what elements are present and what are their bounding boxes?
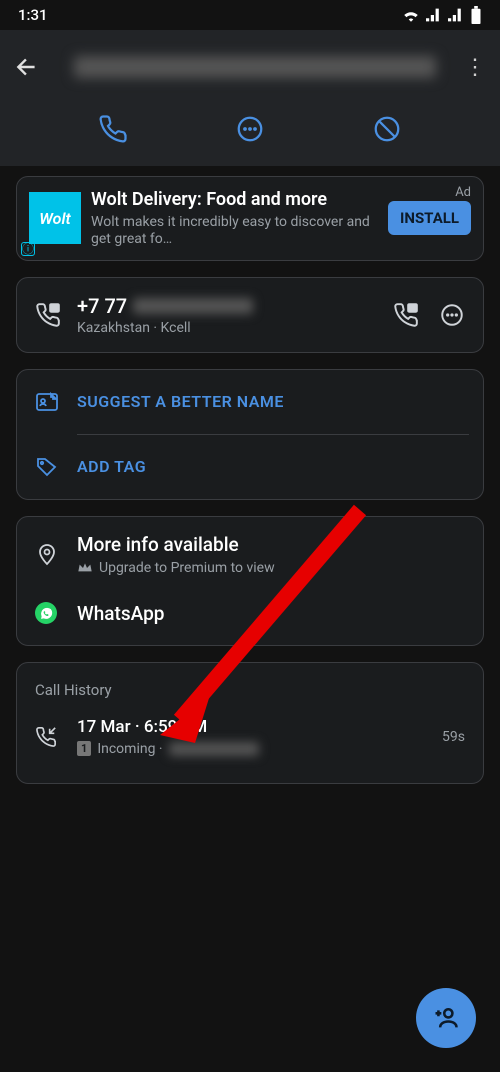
- call-duration: 59s: [442, 729, 465, 745]
- phone-sim-icon: 1: [35, 302, 61, 328]
- location-icon: [35, 542, 59, 566]
- call-history-card: Call History 17 Mar · 6:59 PM 1 Incoming…: [16, 662, 484, 784]
- tag-icon: [35, 455, 59, 479]
- phone-carrier: Kazakhstan · Kcell: [77, 320, 393, 336]
- phone-card: 1 +7 77 Kazakhstan · Kcell 2: [16, 277, 484, 353]
- info-card: More info available Upgrade to Premium t…: [16, 516, 484, 646]
- call-type: Incoming ·: [97, 741, 162, 757]
- message-button[interactable]: [235, 114, 265, 144]
- call-timestamp: 17 Mar · 6:59 PM: [77, 717, 442, 737]
- battery-icon: [470, 6, 482, 24]
- sim-badge: 1: [77, 741, 91, 756]
- phone-sim2-icon: 2: [393, 302, 419, 328]
- ad-logo: Wolt: [29, 192, 81, 244]
- back-button[interactable]: [14, 54, 54, 80]
- more-info-sub: Upgrade to Premium to view: [99, 560, 275, 576]
- ad-badge: Ad: [455, 185, 471, 200]
- signal-icon: [426, 8, 442, 22]
- overflow-menu-button[interactable]: ⋮: [456, 55, 486, 80]
- ad-title: Wolt Delivery: Food and more: [91, 189, 378, 210]
- ad-info-icon[interactable]: ⓘ: [21, 242, 35, 256]
- svg-text:1: 1: [53, 304, 57, 312]
- more-info-row[interactable]: More info available Upgrade to Premium t…: [17, 517, 483, 592]
- phone-icon: [98, 114, 128, 144]
- more-info-title: More info available: [77, 533, 465, 556]
- arrow-left-icon: [14, 54, 40, 80]
- add-tag-label: ADD TAG: [77, 457, 146, 476]
- contact-name-redacted: [74, 56, 436, 78]
- whatsapp-icon: [35, 602, 57, 624]
- incoming-call-icon: [35, 726, 57, 748]
- status-bar: 1:31: [0, 0, 500, 30]
- status-icons: [402, 6, 482, 24]
- ad-card[interactable]: Wolt Wolt Delivery: Food and more Wolt m…: [16, 176, 484, 261]
- block-button[interactable]: [372, 114, 402, 144]
- ad-description: Wolt makes it incredibly easy to discove…: [91, 214, 378, 248]
- call-history-item[interactable]: 17 Mar · 6:59 PM 1 Incoming · 59s: [17, 703, 483, 771]
- signal2-icon: [448, 8, 464, 22]
- phone-number-row[interactable]: +7 77 Kazakhstan · Kcell: [77, 294, 393, 336]
- sms-button[interactable]: [439, 302, 465, 328]
- whatsapp-label: WhatsApp: [77, 602, 164, 625]
- wifi-icon: [402, 8, 420, 22]
- call-sim2-button[interactable]: 2: [393, 302, 419, 328]
- chat-icon: [439, 302, 465, 328]
- install-button[interactable]: INSTALL: [388, 201, 471, 235]
- call-button[interactable]: [98, 114, 128, 144]
- suggest-name-button[interactable]: SUGGEST A BETTER NAME: [17, 370, 483, 434]
- suggest-name-label: SUGGEST A BETTER NAME: [77, 392, 284, 411]
- block-icon: [372, 114, 402, 144]
- header: ⋮: [0, 30, 500, 166]
- phone-number-redacted: [133, 298, 253, 314]
- add-contact-fab[interactable]: [416, 988, 476, 1048]
- crown-icon: [77, 561, 93, 575]
- add-person-icon: [432, 1004, 460, 1032]
- add-tag-button[interactable]: ADD TAG: [17, 435, 483, 499]
- whatsapp-row[interactable]: WhatsApp: [17, 592, 483, 645]
- svg-text:2: 2: [411, 304, 415, 312]
- suggest-card: SUGGEST A BETTER NAME ADD TAG: [16, 369, 484, 500]
- message-icon: [235, 114, 265, 144]
- call-number-redacted: [169, 742, 259, 756]
- call-history-title: Call History: [17, 663, 483, 703]
- phone-number: +7 77: [77, 294, 127, 318]
- status-time: 1:31: [18, 6, 48, 24]
- edit-contact-icon: [35, 390, 59, 414]
